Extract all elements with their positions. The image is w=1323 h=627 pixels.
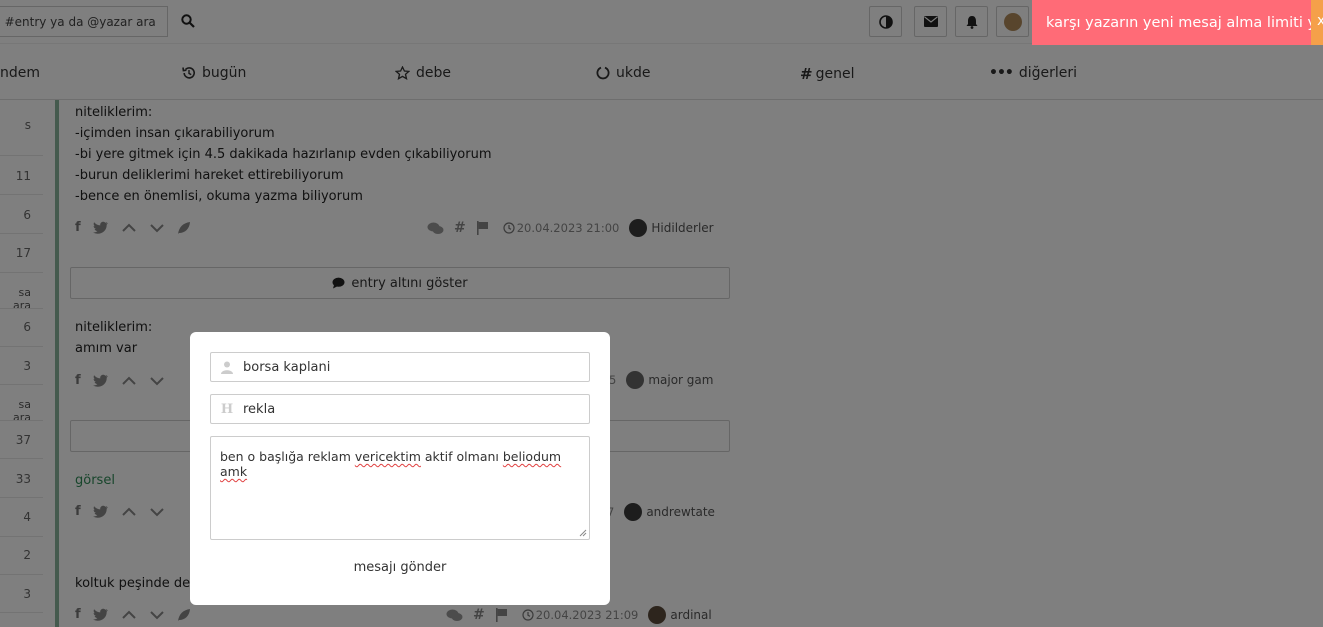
message-textarea[interactable]: ben o başlığa reklam vericektim aktif ol… xyxy=(210,436,590,540)
user-icon xyxy=(211,361,243,374)
toast-message: karşı yazarın yeni mesaj alma limiti yok… xyxy=(1046,14,1323,31)
subject-field[interactable]: H rekla xyxy=(210,394,590,424)
send-message-button[interactable]: mesajı gönder xyxy=(350,560,450,575)
heading-icon: H xyxy=(220,401,234,417)
recipient-field[interactable]: borsa kaplani xyxy=(210,352,590,382)
toast-notification-top: karşı yazarın yeni mesaj alma limiti yok… xyxy=(1032,0,1323,45)
resize-handle-icon[interactable] xyxy=(579,529,587,537)
toast-close-button[interactable]: x xyxy=(1311,0,1323,45)
message-modal: borsa kaplani H rekla ben o başlığa rekl… xyxy=(190,332,610,605)
